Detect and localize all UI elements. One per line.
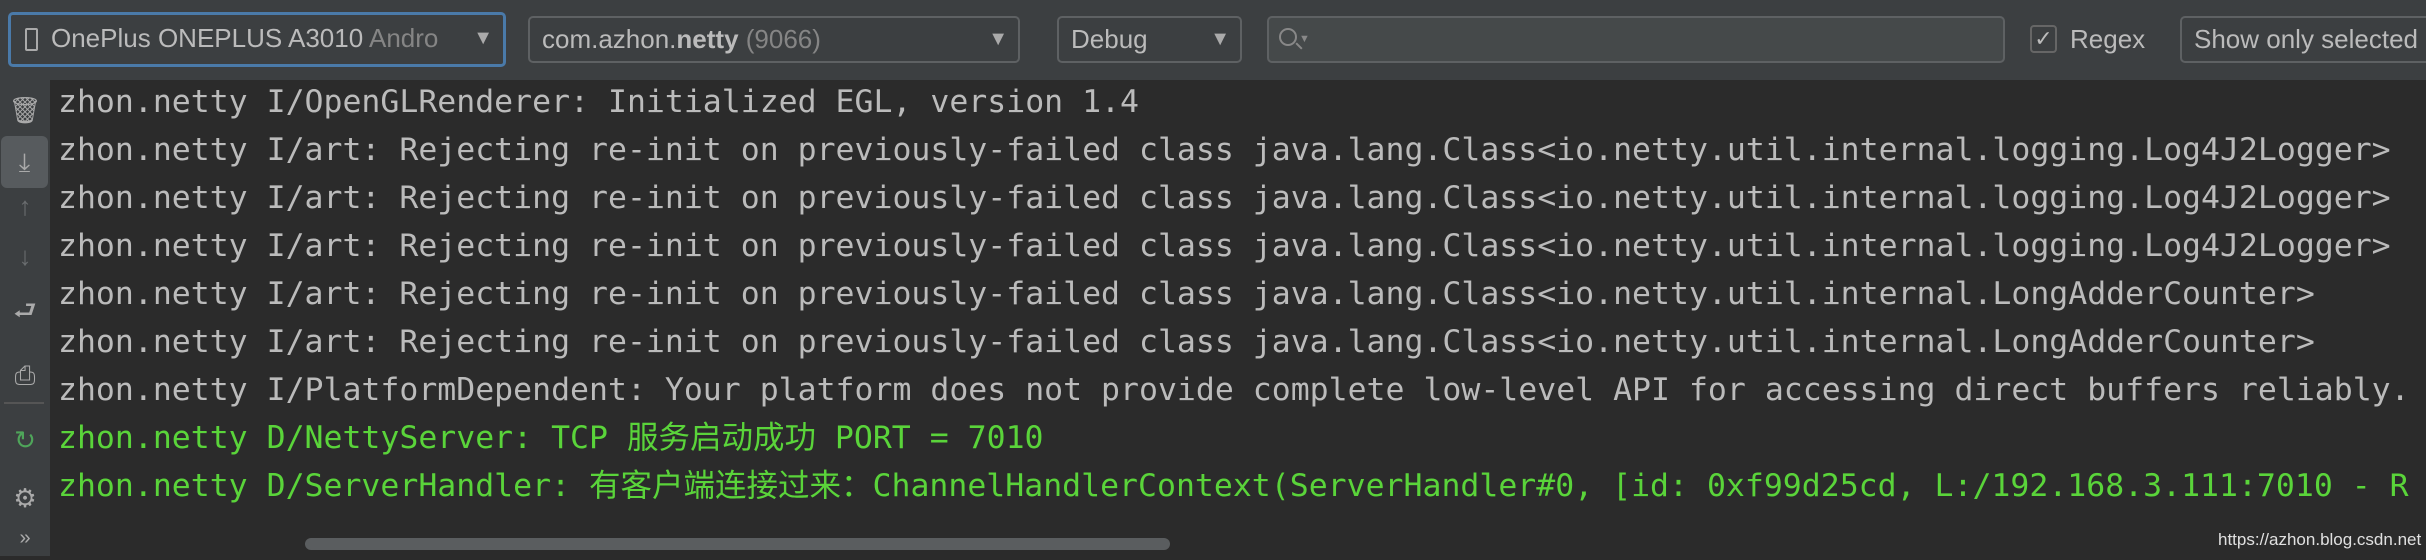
device-name: OnePlus ONEPLUS A3010 [51,23,364,53]
filter-value: Show only selected [2194,24,2419,54]
search-history-icon[interactable]: ▼ [1299,18,1310,61]
chevron-down-icon: ▼ [1210,28,1230,50]
log-line: zhon.netty D/NettyServer: TCP 服务启动成功 POR… [58,420,1044,456]
regex-label: Regex [2070,24,2146,54]
log-level-dropdown[interactable]: Debug ▼ [1057,16,1242,63]
up-arrow-icon[interactable]: ↑ [0,184,50,228]
package-prefix: com.azhon. [542,24,677,54]
log-line: zhon.netty I/art: Rejecting re-init on p… [58,324,2315,360]
log-line: zhon.netty D/ServerHandler: 有客户端连接过来：Cha… [58,468,2409,504]
settings-icon[interactable]: ⚙ [0,476,50,520]
watermark: https://azhon.blog.csdn.net [2218,530,2422,549]
trash-icon[interactable]: 🗑 [0,88,50,132]
filter-dropdown[interactable]: Show only selected [2180,16,2426,63]
log-line: zhon.netty I/art: Rejecting re-init on p… [58,276,2315,312]
package-bold: netty [676,24,739,54]
log-line: zhon.netty I/OpenGLRenderer: Initialized… [58,84,1139,120]
restart-icon[interactable]: ↻ [0,418,50,462]
log-line: zhon.netty I/PlatformDependent: Your pla… [58,372,2410,408]
device-suffix: Andro [368,23,439,53]
logcat-toolbar: OnePlus ONEPLUS A3010 Andro ▼ com.azhon.… [0,0,2426,80]
divider [4,402,44,404]
phone-icon [25,28,38,51]
device-dropdown[interactable]: OnePlus ONEPLUS A3010 Andro ▼ [8,12,506,67]
regex-checkbox[interactable]: ✓ [2030,25,2057,53]
log-output[interactable]: zhon.netty I/OpenGLRenderer: Initialized… [50,82,2426,556]
search-input[interactable]: ▼ [1267,16,2005,63]
log-line: zhon.netty I/art: Rejecting re-init on p… [58,180,2391,216]
soft-wrap-icon[interactable]: ⮐ [0,288,50,332]
log-line: zhon.netty I/art: Rejecting re-init on p… [58,132,2391,168]
logcat-sidebar: 🗑 ⤓ ↑ ↓ ⮐ ⎙ ↻ ⚙ » [0,80,50,556]
log-line: zhon.netty I/art: Rejecting re-init on p… [58,228,2391,264]
print-icon[interactable]: ⎙ [0,353,50,397]
scroll-to-end-icon[interactable]: ⤓ [1,136,48,188]
chevron-down-icon: ▼ [473,27,493,49]
down-arrow-icon[interactable]: ↓ [0,234,50,278]
horizontal-scrollbar[interactable] [305,538,1170,550]
process-dropdown[interactable]: com.azhon.netty (9066) ▼ [528,16,1020,63]
chevron-down-icon: ▼ [988,28,1008,50]
more-icon[interactable]: » [0,516,50,560]
process-pid: (9066) [745,24,821,54]
search-icon[interactable] [1279,28,1297,46]
log-level-value: Debug [1071,24,1148,54]
